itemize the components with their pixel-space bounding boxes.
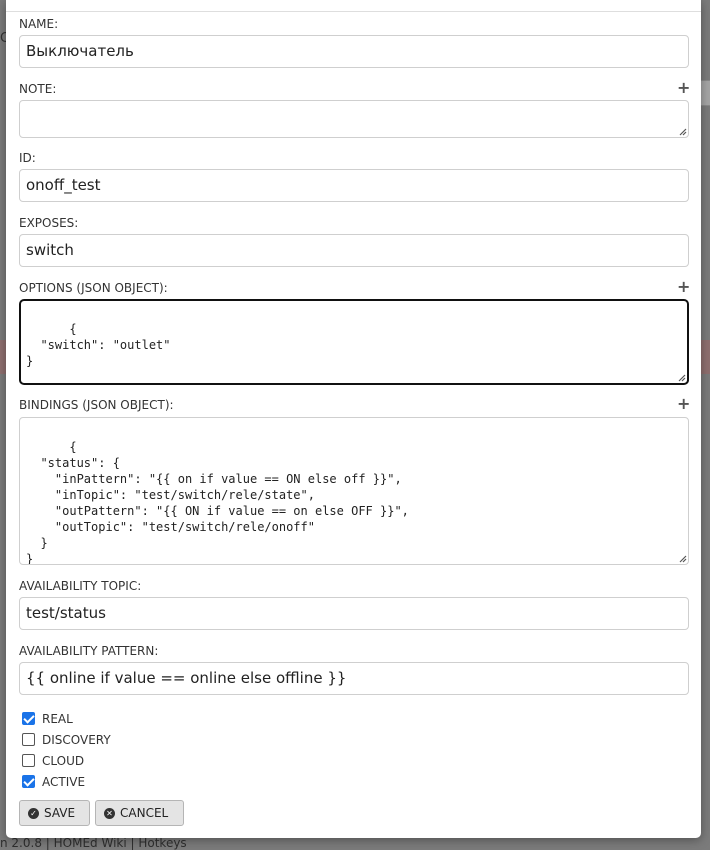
availability-topic-input[interactable]: test/status bbox=[19, 597, 689, 630]
checkbox-cloud-box[interactable] bbox=[22, 754, 35, 767]
checkbox-cloud-label: CLOUD bbox=[42, 753, 85, 768]
save-button[interactable]: ✓ SAVE bbox=[19, 800, 90, 826]
availability-pattern-label: AVAILABILITY PATTERN: bbox=[19, 644, 159, 658]
bindings-textarea[interactable]: { "status": { "inPattern": "{{ on if val… bbox=[19, 417, 689, 565]
checkbox-discovery-box[interactable] bbox=[22, 733, 35, 746]
note-textarea[interactable] bbox=[19, 100, 689, 138]
footer-links: n 2.0.8 | HOMEd Wiki | Hotkeys bbox=[0, 836, 187, 850]
exposes-field: EXPOSES: switch bbox=[19, 215, 689, 267]
checkbox-discovery-label: DISCOVERY bbox=[42, 732, 111, 747]
options-textarea[interactable]: { "switch": "outlet" } bbox=[19, 299, 689, 385]
resize-grip-icon[interactable] bbox=[676, 372, 686, 382]
availability-topic-label: AVAILABILITY TOPIC: bbox=[19, 579, 142, 593]
id-input[interactable]: onoff_test bbox=[19, 169, 689, 202]
bindings-add-plus-icon[interactable]: + bbox=[677, 396, 690, 412]
checkbox-real-label: REAL bbox=[42, 711, 73, 726]
save-button-label: SAVE bbox=[44, 806, 76, 820]
flags-checkbox-group: REAL DISCOVERY CLOUD ACTIVE bbox=[22, 708, 111, 792]
availability-topic-field: AVAILABILITY TOPIC: test/status bbox=[19, 578, 689, 630]
note-label: NOTE: bbox=[19, 82, 57, 96]
availability-pattern-input[interactable]: {{ online if value == online else offlin… bbox=[19, 662, 689, 695]
bindings-label: BINDINGS (JSON OBJECT): bbox=[19, 398, 174, 412]
checkbox-real[interactable]: REAL bbox=[22, 708, 111, 729]
id-field: ID: onoff_test bbox=[19, 150, 689, 202]
cancel-button[interactable]: ✕ CANCEL bbox=[95, 800, 184, 826]
bindings-value: { "status": { "inPattern": "{{ on if val… bbox=[26, 440, 409, 565]
times-circle-icon: ✕ bbox=[104, 807, 115, 819]
options-field: OPTIONS (JSON OBJECT): + { "switch": "ou… bbox=[19, 279, 690, 385]
note-add-plus-icon[interactable]: + bbox=[677, 80, 690, 96]
exposes-input[interactable]: switch bbox=[19, 234, 689, 267]
checkbox-active-box[interactable] bbox=[22, 775, 35, 788]
checkbox-discovery[interactable]: DISCOVERY bbox=[22, 729, 111, 750]
checkbox-active-label: ACTIVE bbox=[42, 774, 86, 789]
checkbox-real-box[interactable] bbox=[22, 712, 35, 725]
options-add-plus-icon[interactable]: + bbox=[677, 279, 690, 295]
check-circle-icon: ✓ bbox=[28, 807, 39, 819]
resize-grip-icon[interactable] bbox=[677, 126, 687, 136]
availability-pattern-field: AVAILABILITY PATTERN: {{ online if value… bbox=[19, 643, 689, 695]
exposes-label: EXPOSES: bbox=[19, 216, 79, 230]
modal-header bbox=[6, 0, 701, 12]
id-label: ID: bbox=[19, 151, 36, 165]
name-input[interactable]: Выключатель bbox=[19, 35, 689, 68]
checkbox-cloud[interactable]: CLOUD bbox=[22, 750, 111, 771]
options-value: { "switch": "outlet" } bbox=[26, 322, 171, 368]
checkbox-active[interactable]: ACTIVE bbox=[22, 771, 111, 792]
bindings-field: BINDINGS (JSON OBJECT): + { "status": { … bbox=[19, 396, 690, 565]
cancel-button-label: CANCEL bbox=[120, 806, 169, 820]
name-field: NAME: Выключатель bbox=[19, 16, 689, 68]
options-label: OPTIONS (JSON OBJECT): bbox=[19, 281, 168, 295]
note-field: NOTE: + bbox=[19, 80, 690, 138]
name-label: NAME: bbox=[19, 17, 59, 31]
edit-device-modal: NAME: Выключатель NOTE: + ID: onoff_test… bbox=[6, 0, 701, 838]
resize-grip-icon[interactable] bbox=[677, 553, 687, 563]
